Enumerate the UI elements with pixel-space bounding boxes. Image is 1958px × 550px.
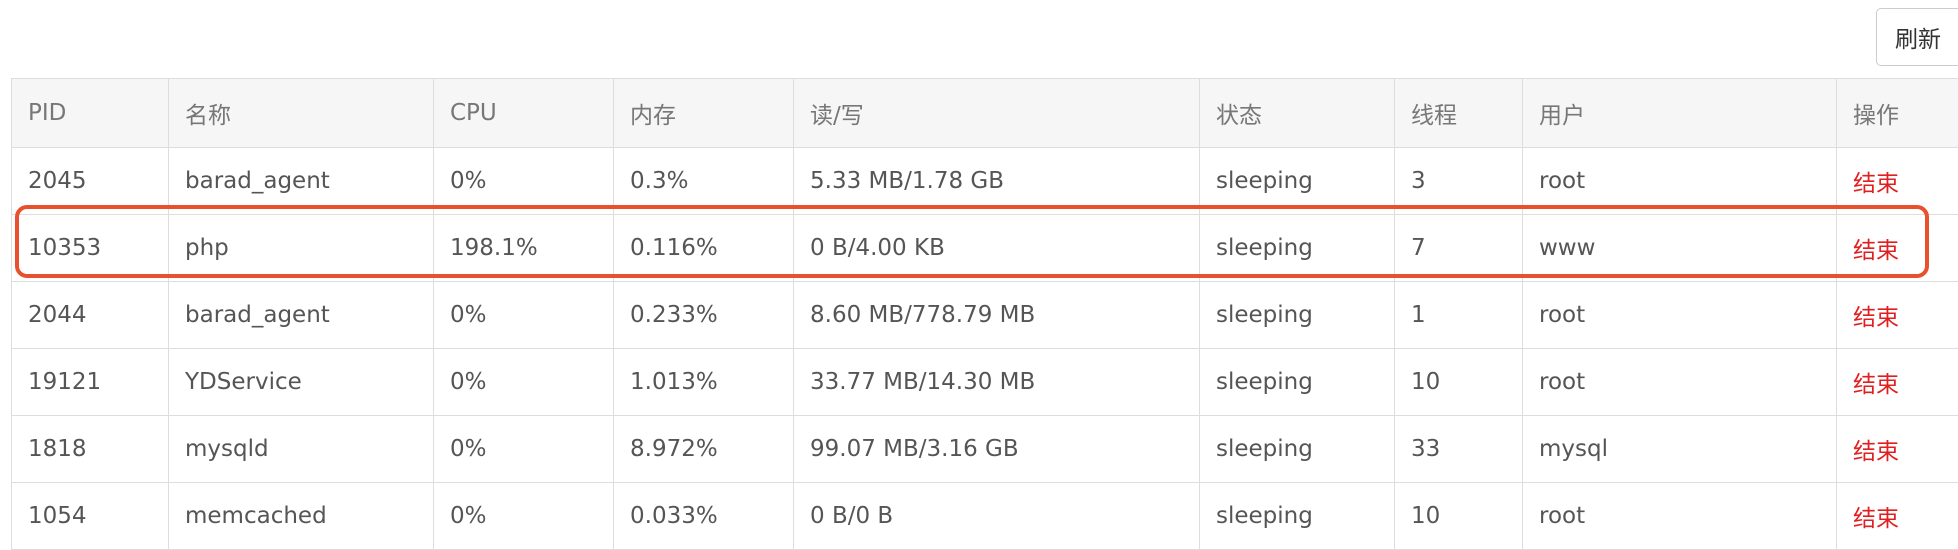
cell-status: sleeping xyxy=(1200,349,1395,416)
cell-status: sleeping xyxy=(1200,148,1395,215)
column-header-pid[interactable]: PID xyxy=(12,79,169,148)
cell-pid: 2045 xyxy=(12,148,169,215)
cell-status: sleeping xyxy=(1200,483,1395,550)
cell-user: root xyxy=(1523,349,1837,416)
cell-name: memcached xyxy=(169,483,434,550)
table-row: 2045 barad_agent 0% 0.3% 5.33 MB/1.78 GB… xyxy=(12,148,1958,215)
process-table: PID 名称 CPU 内存 读/写 状态 线程 用户 操作 2045 barad… xyxy=(11,78,1958,550)
table-header-row: PID 名称 CPU 内存 读/写 状态 线程 用户 操作 xyxy=(12,79,1958,148)
cell-threads: 33 xyxy=(1395,416,1523,483)
cell-name: YDService xyxy=(169,349,434,416)
cell-status: sleeping xyxy=(1200,282,1395,349)
cell-user: mysql xyxy=(1523,416,1837,483)
cell-cpu: 0% xyxy=(434,483,614,550)
kill-process-link[interactable]: 结束 xyxy=(1837,215,1958,282)
cell-threads: 10 xyxy=(1395,483,1523,550)
cell-read-write: 0 B/4.00 KB xyxy=(794,215,1200,282)
kill-process-link[interactable]: 结束 xyxy=(1837,282,1958,349)
cell-read-write: 8.60 MB/778.79 MB xyxy=(794,282,1200,349)
table-row: 2044 barad_agent 0% 0.233% 8.60 MB/778.7… xyxy=(12,282,1958,349)
cell-threads: 7 xyxy=(1395,215,1523,282)
column-header-read-write[interactable]: 读/写 xyxy=(794,79,1200,148)
cell-cpu: 0% xyxy=(434,148,614,215)
cell-memory: 1.013% xyxy=(614,349,794,416)
column-header-memory[interactable]: 内存 xyxy=(614,79,794,148)
cell-cpu: 0% xyxy=(434,416,614,483)
cell-pid: 2044 xyxy=(12,282,169,349)
cell-pid: 10353 xyxy=(12,215,169,282)
kill-process-link[interactable]: 结束 xyxy=(1837,483,1958,550)
cell-name: mysqld xyxy=(169,416,434,483)
cell-pid: 19121 xyxy=(12,349,169,416)
column-header-action: 操作 xyxy=(1837,79,1958,148)
cell-read-write: 99.07 MB/3.16 GB xyxy=(794,416,1200,483)
cell-name: barad_agent xyxy=(169,282,434,349)
kill-process-link[interactable]: 结束 xyxy=(1837,148,1958,215)
table-row: 10353 php 198.1% 0.116% 0 B/4.00 KB slee… xyxy=(12,215,1958,282)
cell-status: sleeping xyxy=(1200,416,1395,483)
cell-user: root xyxy=(1523,282,1837,349)
cell-cpu: 0% xyxy=(434,282,614,349)
cell-threads: 1 xyxy=(1395,282,1523,349)
cell-memory: 0.033% xyxy=(614,483,794,550)
cell-read-write: 33.77 MB/14.30 MB xyxy=(794,349,1200,416)
column-header-name[interactable]: 名称 xyxy=(169,79,434,148)
column-header-user[interactable]: 用户 xyxy=(1523,79,1837,148)
column-header-cpu[interactable]: CPU xyxy=(434,79,614,148)
cell-threads: 3 xyxy=(1395,148,1523,215)
cell-pid: 1818 xyxy=(12,416,169,483)
cell-threads: 10 xyxy=(1395,349,1523,416)
cell-user: www xyxy=(1523,215,1837,282)
refresh-button[interactable]: 刷新 xyxy=(1876,8,1958,66)
cell-memory: 0.3% xyxy=(614,148,794,215)
cell-memory: 0.116% xyxy=(614,215,794,282)
cell-user: root xyxy=(1523,148,1837,215)
table-row: 1818 mysqld 0% 8.972% 99.07 MB/3.16 GB s… xyxy=(12,416,1958,483)
cell-name: barad_agent xyxy=(169,148,434,215)
table-row: 19121 YDService 0% 1.013% 33.77 MB/14.30… xyxy=(12,349,1958,416)
cell-read-write: 0 B/0 B xyxy=(794,483,1200,550)
column-header-status[interactable]: 状态 xyxy=(1200,79,1395,148)
cell-name: php xyxy=(169,215,434,282)
column-header-threads[interactable]: 线程 xyxy=(1395,79,1523,148)
cell-status: sleeping xyxy=(1200,215,1395,282)
cell-cpu: 0% xyxy=(434,349,614,416)
cell-user: root xyxy=(1523,483,1837,550)
kill-process-link[interactable]: 结束 xyxy=(1837,416,1958,483)
cell-pid: 1054 xyxy=(12,483,169,550)
table-row: 1054 memcached 0% 0.033% 0 B/0 B sleepin… xyxy=(12,483,1958,550)
cell-cpu: 198.1% xyxy=(434,215,614,282)
kill-process-link[interactable]: 结束 xyxy=(1837,349,1958,416)
cell-memory: 0.233% xyxy=(614,282,794,349)
cell-read-write: 5.33 MB/1.78 GB xyxy=(794,148,1200,215)
cell-memory: 8.972% xyxy=(614,416,794,483)
